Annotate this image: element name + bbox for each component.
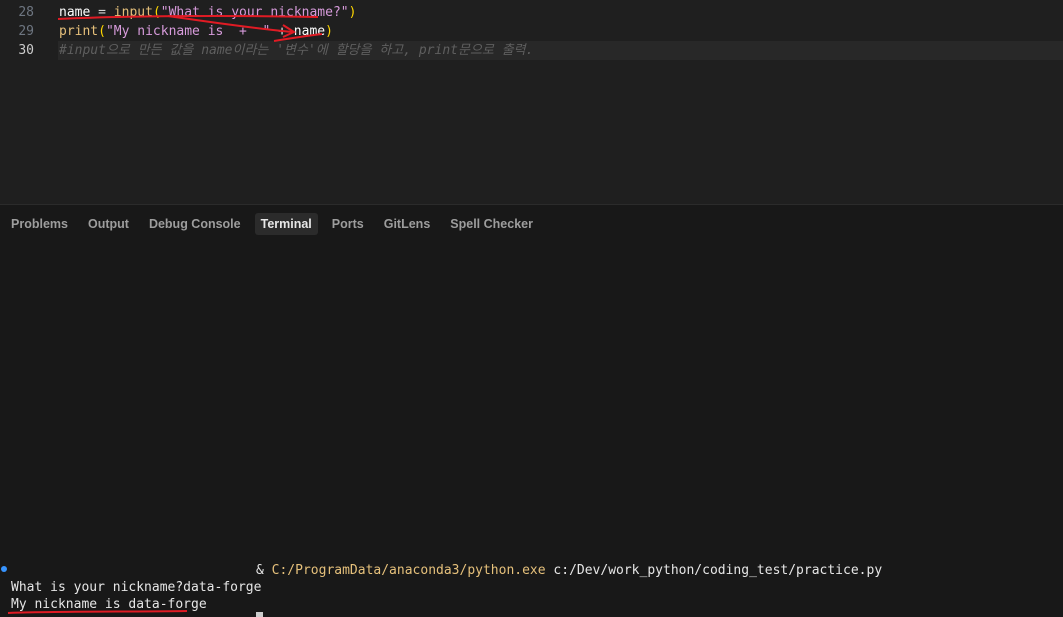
terminal-output-line: My nickname is data-forge	[11, 597, 207, 612]
terminal-output-line: What is your nickname?data-forge	[11, 580, 262, 595]
terminal-command: & C:/ProgramData/anaconda3/python.exe c:…	[256, 563, 883, 578]
terminal-cursor	[256, 612, 263, 617]
command-status-dot-icon	[1, 566, 7, 572]
terminal[interactable]: & C:/ProgramData/anaconda3/python.exe c:…	[0, 0, 1063, 617]
